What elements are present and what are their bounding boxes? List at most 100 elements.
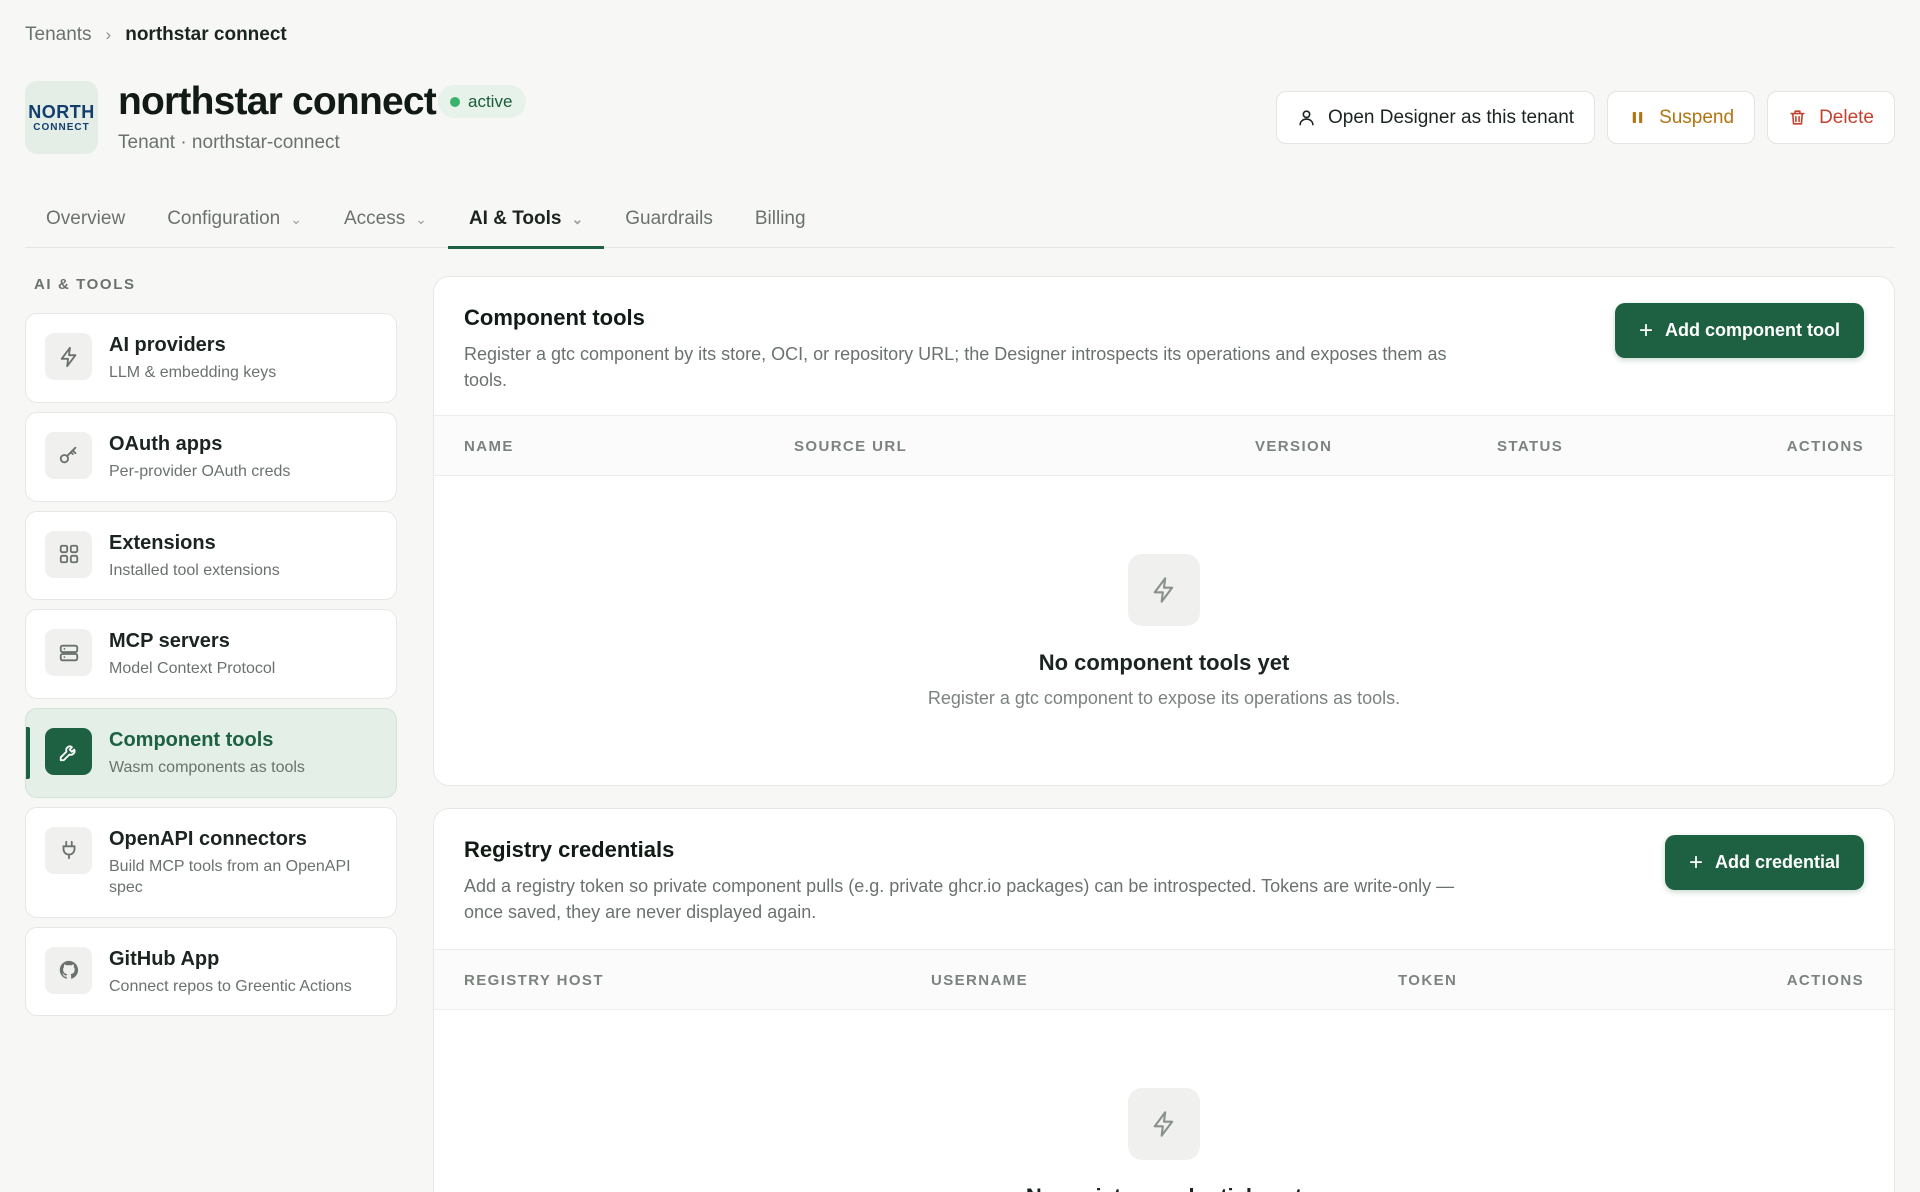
suspend-label: Suspend bbox=[1659, 106, 1735, 128]
breadcrumb: Tenants › northstar connect bbox=[25, 24, 287, 46]
tab-label: Billing bbox=[754, 208, 806, 229]
sidebar-item-desc: Per-provider OAuth creds bbox=[109, 462, 291, 480]
chevron-down-icon: ⌄ bbox=[415, 210, 427, 227]
add-credential-label: Add credential bbox=[1714, 852, 1840, 872]
sidebar-item-component-tools[interactable]: Component tools Wasm components as tools bbox=[25, 708, 397, 798]
status-dot-icon bbox=[450, 96, 460, 107]
github-icon bbox=[45, 946, 92, 994]
empty-state-title: No component tools yet bbox=[1038, 650, 1290, 675]
sidebar-item-desc: LLM & embedding keys bbox=[109, 364, 277, 381]
sidebar-item-title: GitHub App bbox=[109, 947, 220, 970]
tab-bar: Overview Configuration ⌄ Access ⌄ AI & T… bbox=[25, 190, 1895, 249]
column-header-version: VERSION bbox=[1255, 438, 1333, 455]
sidebar-item-desc: Model Context Protocol bbox=[109, 660, 276, 678]
logo-line1: NORTH bbox=[28, 101, 95, 122]
sidebar-item-desc: Installed tool extensions bbox=[109, 561, 280, 579]
column-header-name: NAME bbox=[464, 438, 514, 455]
empty-state: No component tools yet Register a gtc co… bbox=[434, 476, 1894, 709]
sidebar-item-extensions[interactable]: Extensions Installed tool extensions bbox=[25, 510, 397, 601]
empty-state-title: No registry credentials yet bbox=[434, 1184, 1894, 1192]
sidebar-item-desc: Wasm components as tools bbox=[109, 759, 305, 777]
column-header-registry-host: REGISTRY HOST bbox=[464, 972, 604, 989]
empty-state: No registry credentials yet bbox=[434, 1010, 1894, 1192]
lightning-icon bbox=[1128, 554, 1200, 626]
delete-button[interactable]: Delete bbox=[1767, 91, 1895, 144]
tab-configuration[interactable]: Configuration ⌄ bbox=[146, 190, 323, 248]
table-header: REGISTRY HOST USERNAME TOKEN ACTIONS bbox=[434, 949, 1894, 1010]
user-icon bbox=[1299, 110, 1314, 126]
registry-credentials-card: Registry credentials Add a registry toke… bbox=[433, 808, 1895, 1192]
table-header: NAME SOURCE URL VERSION STATUS ACTIONS bbox=[434, 415, 1894, 476]
sidebar-item-github-app[interactable]: GitHub App Connect repos to Greentic Act… bbox=[25, 926, 397, 1017]
plus-icon: + bbox=[1639, 316, 1654, 344]
sidebar-item-title: OAuth apps bbox=[109, 432, 223, 455]
status-badge: active bbox=[438, 85, 527, 118]
tenant-subtitle: Tenant · northstar-connect bbox=[118, 132, 340, 153]
breadcrumb-current: northstar connect bbox=[125, 24, 287, 45]
tab-access[interactable]: Access ⌄ bbox=[323, 190, 448, 248]
empty-state-description: Register a gtc component to expose its o… bbox=[927, 688, 1401, 708]
card-header: Registry credentials Add a registry toke… bbox=[434, 809, 1894, 949]
sidebar-item-ai-providers[interactable]: AI providers LLM & embedding keys bbox=[25, 313, 397, 403]
sidebar-item-title: Extensions bbox=[109, 531, 216, 554]
add-credential-button[interactable]: + Add credential bbox=[1664, 835, 1864, 890]
plug-icon bbox=[45, 826, 92, 874]
section-description: Add a registry token so private componen… bbox=[464, 876, 1455, 923]
delete-label: Delete bbox=[1819, 106, 1874, 128]
column-header-source-url: SOURCE URL bbox=[794, 438, 908, 455]
chevron-down-icon: ⌄ bbox=[290, 210, 302, 227]
tenant-header: NORTH CONNECT northstar connect active T… bbox=[25, 80, 1895, 160]
grid-icon bbox=[45, 530, 92, 578]
sidebar-heading: AI & TOOLS bbox=[34, 276, 136, 293]
tenant-logo: NORTH CONNECT bbox=[25, 81, 98, 154]
sidebar-item-oauth-apps[interactable]: OAuth apps Per-provider OAuth creds bbox=[25, 411, 397, 502]
sidebar: AI & TOOLS AI providers LLM & embedding … bbox=[25, 276, 397, 1025]
tab-label: AI & Tools bbox=[468, 208, 562, 229]
section-description: Register a gtc component by its store, O… bbox=[464, 344, 1447, 391]
lightning-icon bbox=[1128, 1088, 1200, 1160]
tab-guardrails[interactable]: Guardrails bbox=[604, 190, 734, 248]
trash-icon bbox=[1790, 110, 1805, 125]
column-header-token: TOKEN bbox=[1398, 972, 1458, 989]
sidebar-item-title: Component tools bbox=[109, 729, 274, 752]
component-tools-card: Component tools Register a gtc component… bbox=[433, 276, 1895, 786]
suspend-button[interactable]: Suspend bbox=[1607, 91, 1756, 144]
column-header-username: USERNAME bbox=[931, 972, 1029, 989]
open-designer-button[interactable]: Open Designer as this tenant bbox=[1275, 91, 1596, 144]
tab-ai-tools[interactable]: AI & Tools ⌄ bbox=[447, 190, 605, 249]
chevron-right-icon: › bbox=[105, 25, 112, 44]
column-header-actions: ACTIONS bbox=[1786, 438, 1864, 455]
pause-icon bbox=[1632, 111, 1643, 124]
sidebar-item-title: OpenAPI connectors bbox=[109, 827, 307, 850]
wrench-icon bbox=[45, 728, 92, 776]
sidebar-item-title: AI providers bbox=[109, 334, 226, 356]
tab-label: Overview bbox=[46, 208, 126, 229]
header-actions: Open Designer as this tenant Suspend Del… bbox=[1275, 91, 1895, 144]
sidebar-item-desc: Build MCP tools from an OpenAPI spec bbox=[109, 857, 351, 896]
sidebar-item-desc: Connect repos to Greentic Actions bbox=[109, 977, 352, 995]
add-component-tool-label: Add component tool bbox=[1665, 320, 1840, 340]
page-title: northstar connect bbox=[118, 80, 437, 123]
breadcrumb-tenants-link[interactable]: Tenants bbox=[25, 24, 92, 46]
tab-overview[interactable]: Overview bbox=[25, 190, 146, 248]
tab-label: Guardrails bbox=[625, 208, 713, 229]
open-designer-label: Open Designer as this tenant bbox=[1327, 106, 1575, 128]
add-component-tool-button[interactable]: + Add component tool bbox=[1615, 303, 1864, 358]
column-header-actions: ACTIONS bbox=[1786, 972, 1864, 989]
sidebar-item-title: MCP servers bbox=[109, 630, 230, 653]
card-header: Component tools Register a gtc component… bbox=[434, 277, 1894, 415]
server-icon bbox=[45, 629, 92, 677]
tab-label: Access bbox=[343, 208, 406, 229]
tab-label: Configuration bbox=[167, 208, 281, 229]
key-icon bbox=[45, 431, 92, 479]
status-label: active bbox=[468, 91, 513, 111]
sidebar-item-openapi-connectors[interactable]: OpenAPI connectors Build MCP tools from … bbox=[25, 806, 397, 918]
chevron-down-icon: ⌄ bbox=[571, 210, 584, 227]
logo-line2: CONNECT bbox=[33, 121, 90, 133]
column-header-status: STATUS bbox=[1497, 438, 1564, 455]
tab-billing[interactable]: Billing bbox=[734, 190, 827, 248]
section-title: Registry credentials bbox=[464, 837, 675, 862]
plus-icon: + bbox=[1688, 848, 1703, 876]
sidebar-item-mcp-servers[interactable]: MCP servers Model Context Protocol bbox=[25, 609, 397, 700]
lightning-icon bbox=[45, 333, 92, 380]
